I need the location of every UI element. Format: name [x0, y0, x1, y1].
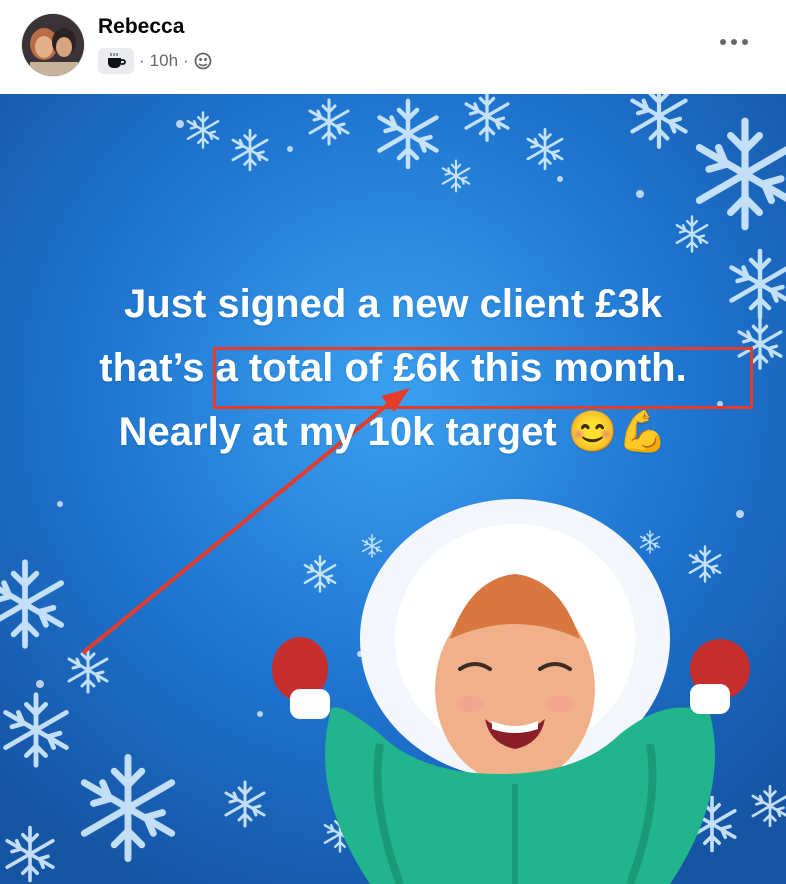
post-meta: · 10h ·	[98, 48, 212, 74]
coffee-cup-icon[interactable]	[98, 48, 134, 74]
meta-separator: ·	[139, 51, 145, 70]
post-image[interactable]: Just signed a new client £3k that’s a to…	[0, 94, 786, 884]
more-dot	[731, 39, 737, 45]
caption-line-1: Just signed a new client £3k	[124, 282, 662, 326]
snowflake-background	[0, 94, 786, 884]
more-options-icon[interactable]	[720, 34, 748, 50]
post-time[interactable]: 10h	[150, 51, 178, 71]
public-globe-icon[interactable]	[194, 52, 212, 70]
author-name[interactable]: Rebecca	[98, 15, 184, 39]
post-header: Rebecca · 10h ·	[0, 0, 786, 94]
avatar-photo	[22, 14, 84, 76]
meta-separator: ·	[183, 51, 189, 70]
highlight-box	[213, 347, 753, 409]
caption-line-3: Nearly at my 10k target 😊💪	[118, 410, 668, 454]
more-dot	[742, 39, 748, 45]
author-avatar[interactable]	[22, 14, 84, 76]
more-dot	[720, 39, 726, 45]
